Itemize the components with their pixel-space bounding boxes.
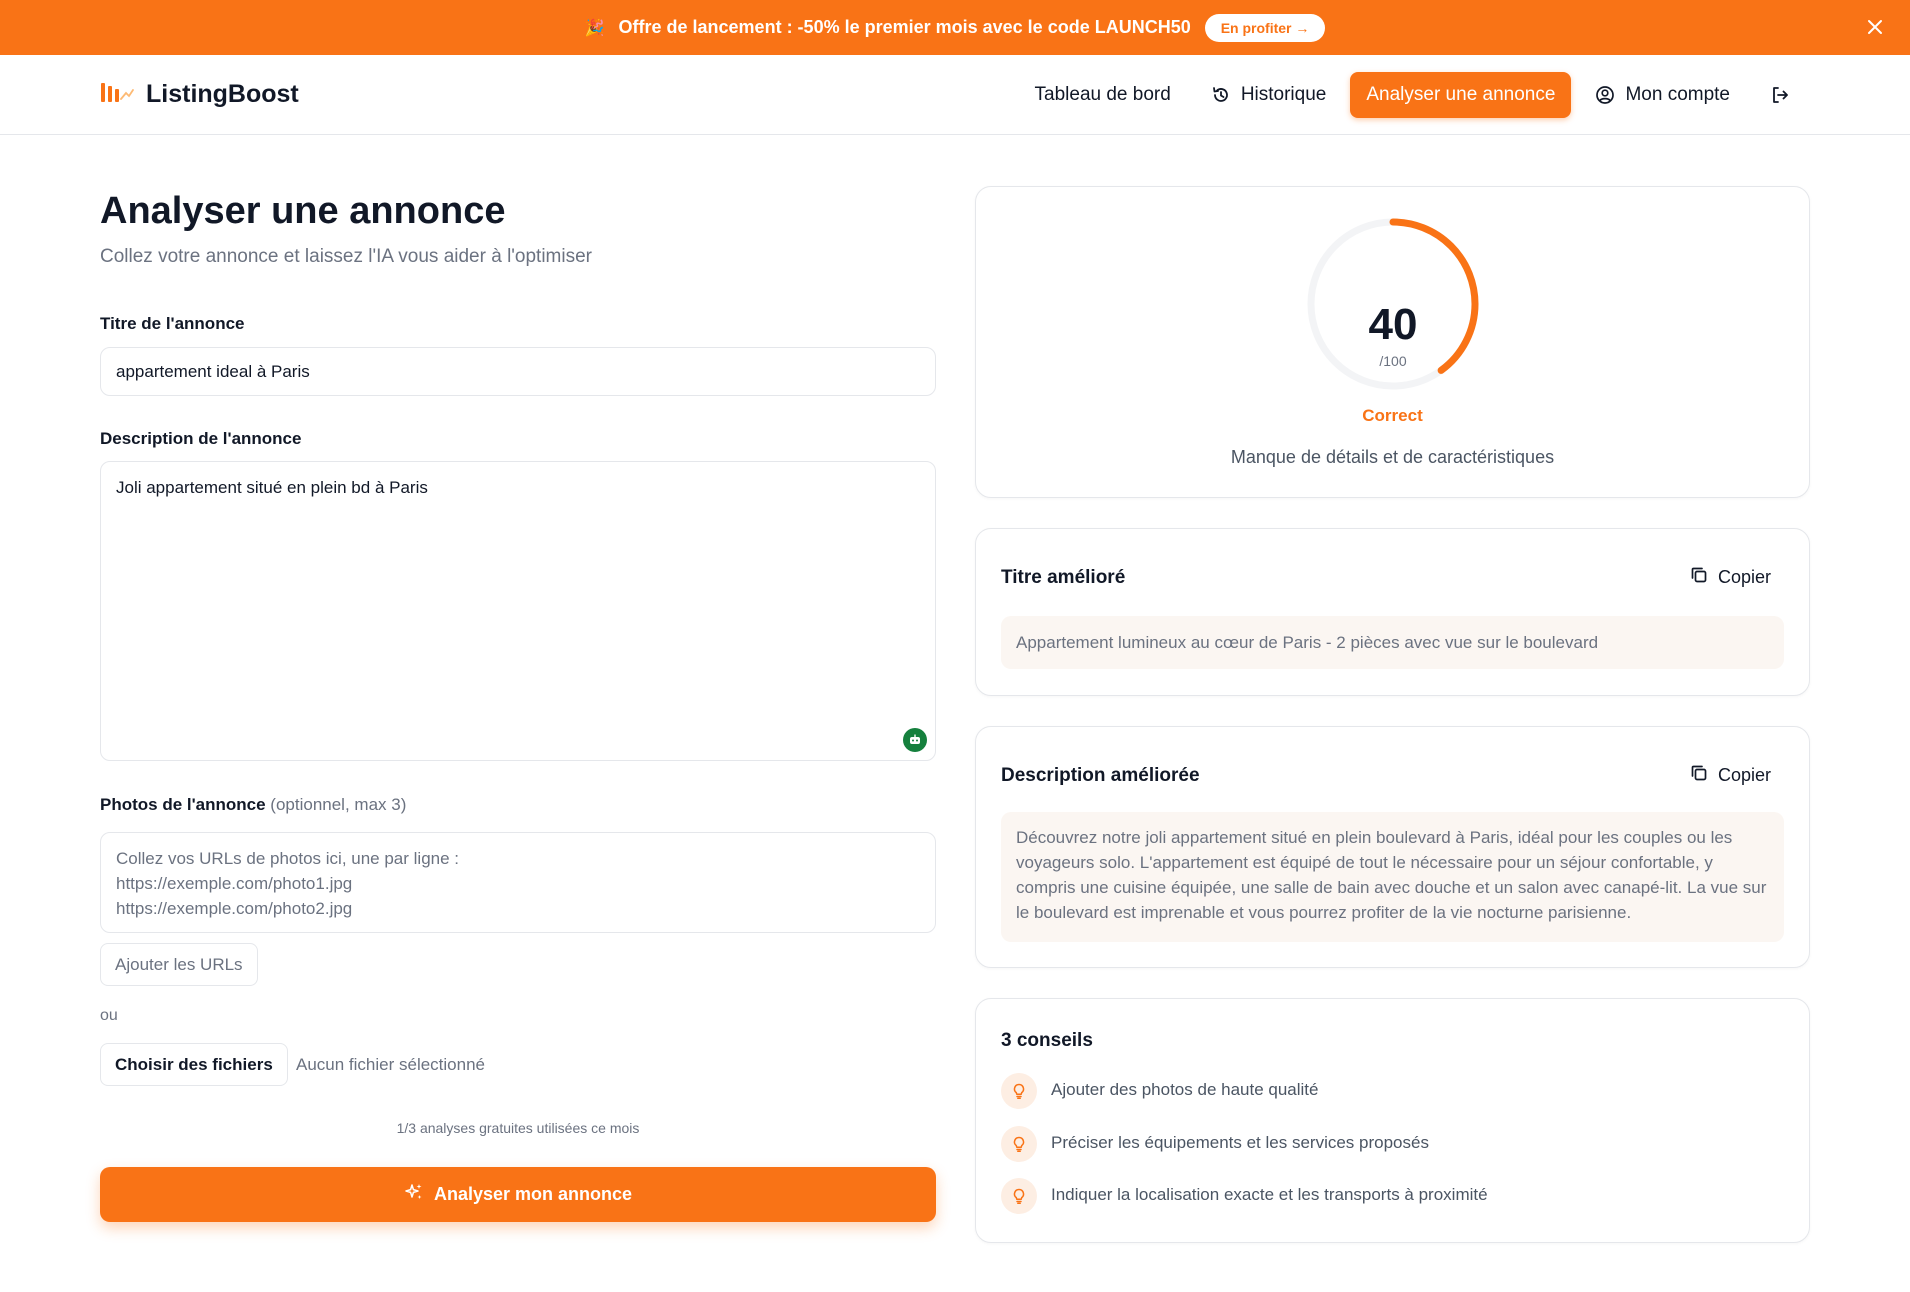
- tip-text: Indiquer la localisation exacte et les t…: [1051, 1185, 1488, 1204]
- copy-icon: [1689, 565, 1709, 590]
- usage-counter: 1/3 analyses gratuites utilisées ce mois: [396, 1120, 640, 1136]
- logout-button[interactable]: [1754, 75, 1806, 115]
- description-text: Joli appartement situé en plein bd à Par…: [116, 478, 428, 497]
- tip-item: Préciser les équipements et les services…: [1001, 1126, 1429, 1162]
- photos-label: Photos de l'annonce (optionnel, max 3): [100, 795, 406, 815]
- copy-title-button[interactable]: Copier: [1689, 565, 1771, 590]
- nav-analyze-label: Analyser une annonce: [1366, 84, 1556, 105]
- score-card: 40 /100 Correct Manque de détails et de …: [975, 186, 1810, 498]
- improved-description-card: Description améliorée Copier Découvrez n…: [975, 726, 1810, 968]
- score-description: Manque de détails et de caractéristiques: [1230, 447, 1555, 467]
- lightbulb-icon: [1001, 1126, 1037, 1162]
- score-value: 40: [1368, 300, 1418, 349]
- tips-card: 3 conseils Ajouter des photos de haute q…: [975, 998, 1810, 1243]
- photo-urls-textarea[interactable]: Collez vos URLs de photos ici, une par l…: [100, 832, 936, 933]
- description-label: Description de l'annonce: [100, 429, 302, 448]
- tip-text: Préciser les équipements et les services…: [1051, 1133, 1429, 1152]
- main-nav: Tableau de bord Historique Analyser une …: [1019, 55, 1806, 135]
- party-icon: 🎉: [584, 19, 605, 37]
- history-icon: [1211, 85, 1231, 105]
- title-input[interactable]: appartement ideal à Paris: [100, 347, 936, 396]
- promo-cta-button[interactable]: En profiter →: [1204, 13, 1326, 42]
- nav-dashboard[interactable]: Tableau de bord: [1019, 74, 1187, 116]
- copy-title-label: Copier: [1717, 567, 1771, 587]
- promo-text: Offre de lancement : -50% le premier moi…: [618, 17, 1191, 37]
- bar-chart-logo-icon: [100, 80, 134, 109]
- choose-files-button[interactable]: Choisir des fichiers: [100, 1043, 288, 1086]
- tips-heading: 3 conseils: [1001, 1030, 1093, 1051]
- nav-history-label: Historique: [1240, 84, 1327, 105]
- analyze-submit-button[interactable]: Analyser mon annonce: [100, 1167, 936, 1222]
- tip-text: Ajouter des photos de haute qualité: [1051, 1080, 1319, 1099]
- nav-account[interactable]: Mon compte: [1579, 74, 1746, 116]
- promo-banner: 🎉 Offre de lancement : -50% le premier m…: [0, 0, 1910, 55]
- sparkles-icon: [404, 1182, 424, 1207]
- improved-title-card: Titre amélioré Copier Appartement lumine…: [975, 528, 1810, 696]
- grammarly-icon[interactable]: [903, 728, 927, 752]
- tip-item: Ajouter des photos de haute qualité: [1001, 1073, 1318, 1109]
- top-header: ListingBoost Tableau de bord Historique …: [0, 55, 1910, 135]
- nav-account-label: Mon compte: [1625, 84, 1730, 105]
- brand-name: ListingBoost: [146, 80, 299, 108]
- nav-dashboard-label: Tableau de bord: [1034, 84, 1171, 105]
- score-rating: Correct: [1362, 406, 1423, 425]
- page-title: Analyser une annonce: [100, 190, 506, 232]
- description-textarea[interactable]: Joli appartement situé en plein bd à Par…: [100, 461, 936, 761]
- lightbulb-icon: [1001, 1073, 1037, 1109]
- or-divider: ou: [100, 1007, 118, 1024]
- page-subtitle: Collez votre annonce et laissez l'IA vou…: [100, 246, 592, 267]
- analyze-submit-label: Analyser mon annonce: [433, 1184, 633, 1204]
- copy-description-button[interactable]: Copier: [1689, 763, 1771, 788]
- nav-history[interactable]: Historique: [1195, 74, 1343, 116]
- photos-label-text: Photos de l'annonce: [100, 795, 266, 814]
- improved-title-heading: Titre amélioré: [1001, 567, 1126, 588]
- brand-logo-link[interactable]: ListingBoost: [100, 80, 299, 109]
- title-label: Titre de l'annonce: [100, 314, 245, 333]
- photos-optional-hint: (optionnel, max 3): [270, 795, 407, 814]
- lightbulb-icon: [1001, 1178, 1037, 1214]
- add-urls-button[interactable]: Ajouter les URLs: [100, 943, 258, 986]
- no-file-text: Aucun fichier sélectionné: [296, 1055, 486, 1074]
- improved-title-text: Appartement lumineux au cœur de Paris - …: [1001, 616, 1784, 669]
- improved-description-heading: Description améliorée: [1001, 765, 1200, 786]
- nav-analyze[interactable]: Analyser une annonce: [1350, 72, 1572, 118]
- score-gauge: 40 /100: [1304, 215, 1482, 393]
- user-circle-icon: [1595, 85, 1615, 105]
- copy-icon: [1689, 763, 1709, 788]
- logout-icon: [1770, 85, 1790, 105]
- tip-item: Indiquer la localisation exacte et les t…: [1001, 1178, 1488, 1214]
- close-icon[interactable]: [1862, 14, 1888, 40]
- copy-description-label: Copier: [1717, 765, 1771, 785]
- improved-description-text: Découvrez notre joli appartement situé e…: [1001, 812, 1784, 942]
- score-max: /100: [1379, 353, 1407, 369]
